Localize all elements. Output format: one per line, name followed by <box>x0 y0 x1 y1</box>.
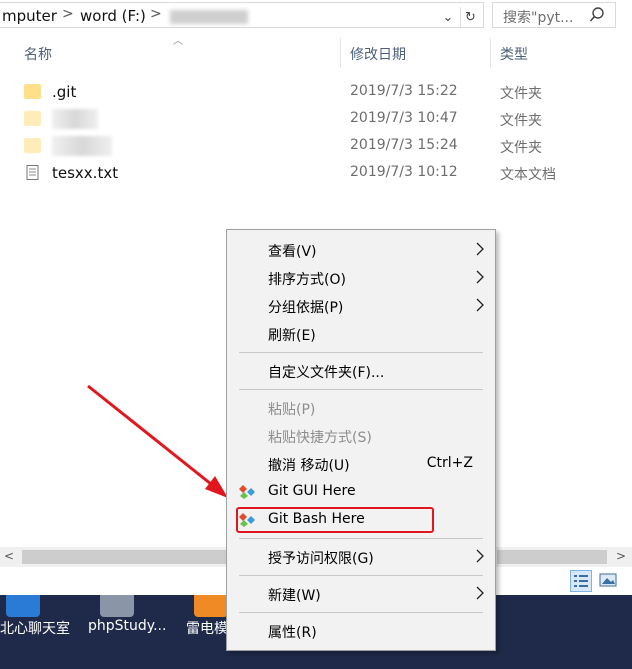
file-row-redacted-1[interactable]: 2019/7/3 10:47 文件夹 <box>0 106 632 132</box>
chat-app-icon[interactable] <box>6 595 40 617</box>
address-bar-row: mputer > word (F:) > ⌄ ↻ 搜索"pyt... <box>0 0 632 30</box>
menu-item-label: 分组依据(P) <box>268 300 344 316</box>
menu-item-label: Git GUI Here <box>268 483 356 499</box>
address-dropdown-button[interactable]: ⌄ <box>438 7 458 27</box>
menu-item-sort-by[interactable]: 排序方式(O) <box>227 264 495 292</box>
menu-separator <box>239 389 483 390</box>
taskbar-item-label[interactable]: 雷电模 <box>186 618 228 638</box>
menu-item-undo-move[interactable]: 撤消 移动(U) Ctrl+Z <box>227 450 495 478</box>
menu-item-group-by[interactable]: 分组依据(P) <box>227 292 495 320</box>
file-modified: 2019/7/3 15:24 <box>350 137 458 153</box>
menu-item-label: 撤消 移动(U) <box>268 458 350 474</box>
context-menu: 查看(V) 排序方式(O) 分组依据(P) 刷新(E) 自定义文件夹(F)...… <box>226 229 496 651</box>
large-icons-view-button[interactable] <box>598 570 620 592</box>
redacted-file-name <box>52 136 112 156</box>
scroll-right-icon[interactable]: > <box>616 549 626 563</box>
chevron-right-icon <box>476 549 484 563</box>
redacted-file-name <box>52 109 98 129</box>
menu-item-customize-folder[interactable]: 自定义文件夹(F)... <box>227 357 495 385</box>
address-bar[interactable]: mputer > word (F:) > ⌄ ↻ <box>0 2 484 28</box>
large-icons-view-icon <box>599 573 617 587</box>
file-row-tesxx[interactable]: tesxx.txt 2019/7/3 10:12 文本文档 <box>0 160 632 186</box>
git-icon <box>239 485 255 499</box>
folder-icon <box>24 84 41 99</box>
breadcrumb-separator[interactable]: > <box>150 6 162 22</box>
menu-item-label: 属性(R) <box>268 625 317 641</box>
file-type: 文件夹 <box>500 140 542 156</box>
menu-item-label: 查看(V) <box>268 244 317 260</box>
menu-item-give-access[interactable]: 授予访问权限(G) <box>227 543 495 571</box>
menu-item-view[interactable]: 查看(V) <box>227 236 495 264</box>
column-divider[interactable] <box>490 38 491 68</box>
refresh-icon: ↻ <box>465 9 476 25</box>
menu-item-paste-shortcut[interactable]: 粘贴快捷方式(S) <box>227 422 495 450</box>
file-name: .git <box>52 83 77 101</box>
file-type: 文本文档 <box>500 167 556 183</box>
file-modified: 2019/7/3 10:47 <box>350 110 458 126</box>
menu-item-label: 粘贴快捷方式(S) <box>268 430 372 446</box>
column-header: 名称 修改日期 类型 <box>0 38 632 68</box>
folder-icon <box>24 111 41 126</box>
chevron-right-icon <box>476 242 484 256</box>
file-name: tesxx.txt <box>52 164 119 182</box>
chevron-down-icon: ⌄ <box>442 9 454 25</box>
menu-separator <box>239 538 483 539</box>
file-modified: 2019/7/3 10:12 <box>350 164 458 180</box>
menu-item-label: 新建(W) <box>268 588 321 604</box>
file-type: 文件夹 <box>500 113 542 129</box>
taskbar-item-label[interactable]: 北心聊天室 <box>0 618 70 638</box>
menu-item-git-gui[interactable]: Git GUI Here <box>227 478 495 506</box>
breadcrumb-computer[interactable]: mputer <box>2 7 57 25</box>
emulator-icon[interactable] <box>194 595 228 617</box>
menu-item-label: 自定义文件夹(F)... <box>268 365 385 381</box>
file-modified: 2019/7/3 15:22 <box>350 83 458 99</box>
sort-ascending-icon: ︿ <box>173 36 183 47</box>
chevron-right-icon <box>476 586 484 600</box>
text-file-icon <box>26 165 39 180</box>
taskbar-item-label[interactable]: phpStudy... <box>88 618 166 634</box>
redacted-folder-name <box>170 10 248 24</box>
chevron-right-icon <box>476 270 484 284</box>
breadcrumb-drive[interactable]: word (F:) <box>80 7 146 25</box>
search-input[interactable]: 搜索"pyt... <box>503 7 573 27</box>
menu-separator <box>239 612 483 613</box>
scrollbar-thumb[interactable] <box>497 550 607 564</box>
breadcrumb-separator[interactable]: > <box>62 6 74 22</box>
file-row-redacted-2[interactable]: 2019/7/3 15:24 文件夹 <box>0 133 632 159</box>
scrollbar-thumb[interactable] <box>22 550 228 564</box>
menu-item-label: 排序方式(O) <box>268 272 346 288</box>
menu-item-label: 粘贴(P) <box>268 402 316 418</box>
search-icon <box>589 7 604 22</box>
file-row-git[interactable]: .git 2019/7/3 15:22 文件夹 <box>0 79 632 105</box>
menu-item-new[interactable]: 新建(W) <box>227 580 495 608</box>
menu-item-shortcut: Ctrl+Z <box>426 455 473 471</box>
search-box[interactable]: 搜索"pyt... <box>492 2 616 28</box>
phpstudy-icon[interactable] <box>100 595 134 617</box>
menu-item-properties[interactable]: 属性(R) <box>227 617 495 645</box>
menu-item-label: 刷新(E) <box>268 328 316 344</box>
menu-item-label: 授予访问权限(G) <box>268 551 374 567</box>
highlight-box-git-bash <box>236 507 434 533</box>
column-type[interactable]: 类型 <box>500 44 528 64</box>
column-name[interactable]: 名称 <box>24 44 52 64</box>
details-view-button[interactable] <box>570 570 592 592</box>
file-type: 文件夹 <box>500 86 542 102</box>
menu-separator <box>239 575 483 576</box>
folder-icon <box>24 138 41 153</box>
column-divider[interactable] <box>340 38 341 68</box>
menu-item-refresh[interactable]: 刷新(E) <box>227 320 495 348</box>
chevron-right-icon <box>476 298 484 312</box>
column-modified[interactable]: 修改日期 <box>350 44 406 64</box>
menu-separator <box>239 352 483 353</box>
scroll-left-icon[interactable]: < <box>4 549 14 563</box>
details-view-icon <box>574 575 588 587</box>
refresh-button[interactable]: ↻ <box>460 7 480 27</box>
menu-item-paste[interactable]: 粘贴(P) <box>227 394 495 422</box>
